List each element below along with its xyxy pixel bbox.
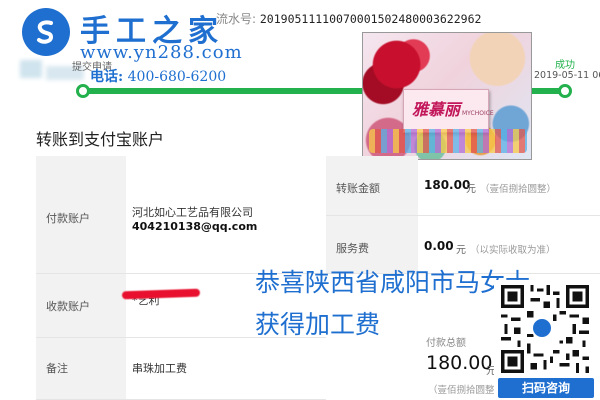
payer-account: 404210138@qq.com <box>132 220 258 233</box>
beads-image <box>369 129 527 153</box>
serial-number-row: 流水号: 20190511110070001502480003622962 <box>216 10 481 27</box>
total-words: （壹佰捌拾圆整） <box>428 385 505 396</box>
fee-value: 0.00 <box>424 239 454 253</box>
promo-line-2: 获得加工费 <box>255 310 381 339</box>
payee-label: 收款账户 <box>46 300 90 313</box>
amount-unit: 元 <box>466 184 476 195</box>
brand-logo[interactable]: 手工之家 www.yn288.com <box>8 2 248 72</box>
hotline[interactable]: 电话: 400-680-6200 <box>90 66 226 86</box>
payee-label-cell: 收款账户 <box>36 274 126 338</box>
fee-note: （以实际收取为准） <box>470 245 556 256</box>
promo-line-1: 恭喜陕西省咸阳市马女士 <box>255 268 531 297</box>
amount-value-cell: 180.00 元 （壹佰捌拾圆整） <box>418 156 600 216</box>
product-brand: 雅慕丽 <box>412 100 461 119</box>
payer-value-cell: 河北如心工艺品有限公司 404210138@qq.com <box>126 156 326 274</box>
scan-consult-button[interactable]: 扫码咨询 <box>498 378 594 398</box>
total-value: 180.00 <box>426 352 493 374</box>
amount-label: 转账金额 <box>336 182 380 195</box>
product-brand-sub: MYCHOICE <box>462 110 494 117</box>
payer-company: 河北如心工艺品有限公司 <box>132 206 253 219</box>
serial-label: 流水号: <box>216 12 257 26</box>
product-photo: 雅慕丽 MYCHOICE <box>362 32 532 160</box>
product-box: 雅慕丽 MYCHOICE <box>403 89 494 133</box>
phone-label: 电话: <box>90 69 124 85</box>
page-title: 转账到支付宝账户 <box>36 130 165 149</box>
serial-value: 20190511110070001502480003622962 <box>259 12 482 26</box>
fee-label: 服务费 <box>336 242 369 255</box>
progress-dot-start <box>76 84 90 98</box>
payer-label: 付款账户 <box>46 212 90 225</box>
remark-label-cell: 备注 <box>36 338 126 400</box>
phone-number: 400-680-6200 <box>127 69 227 85</box>
remark-label: 备注 <box>46 362 68 375</box>
brand-logo-icon <box>22 8 70 56</box>
amount-label-cell: 转账金额 <box>326 156 418 216</box>
step-success-label: 成功 <box>555 60 575 71</box>
blurred-area <box>20 60 42 78</box>
qr-logo-icon <box>531 317 553 339</box>
promo-overlay: 恭喜陕西省咸阳市马女士 获得加工费 <box>255 262 530 346</box>
remark-value: 串珠加工费 <box>132 362 187 375</box>
payer-label-cell: 付款账户 <box>36 156 126 274</box>
qr-code-block[interactable]: 扫码咨询 <box>494 280 600 400</box>
amount-value: 180.00 <box>424 178 471 192</box>
remark-value-cell: 串珠加工费 <box>126 338 326 400</box>
fee-unit: 元 <box>456 245 466 256</box>
step-success-time: 2019-05-11 06:34 <box>534 70 600 81</box>
amount-words: （壹佰捌拾圆整） <box>480 184 557 195</box>
progress-dot-end <box>558 84 572 98</box>
